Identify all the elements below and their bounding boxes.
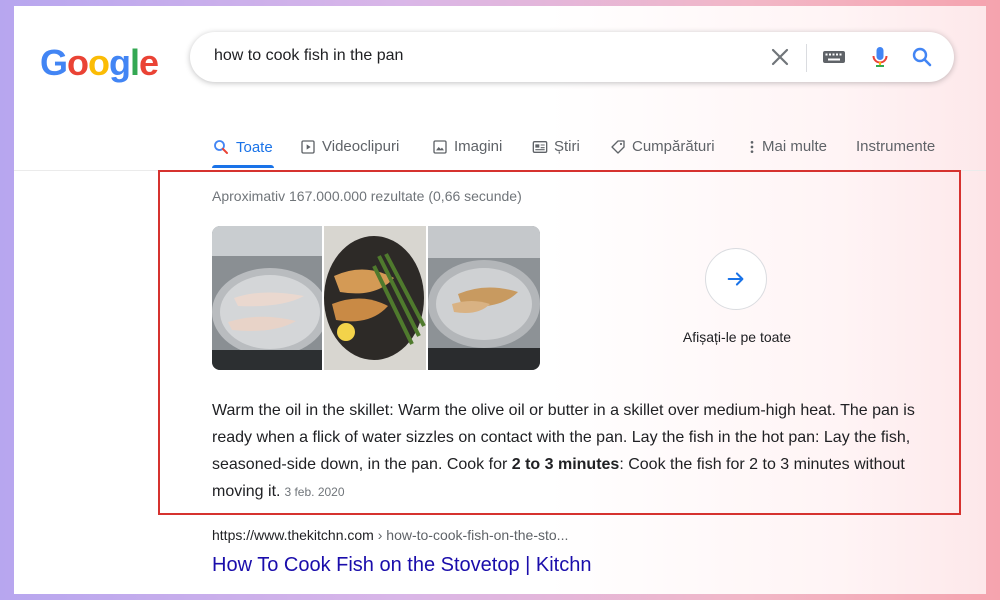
tab-label: Știri <box>554 138 580 155</box>
snippet-date: 3 feb. 2020 <box>284 485 345 499</box>
more-vert-icon <box>750 140 754 153</box>
search-icon[interactable] <box>910 45 934 69</box>
arrow-right-icon <box>727 272 744 286</box>
show-all-button[interactable] <box>705 248 767 310</box>
search-tabs: Toate Videoclipuri Imagini Știri Cumpără… <box>14 134 986 170</box>
active-tab-indicator <box>212 165 274 168</box>
search-box[interactable]: how to cook fish in the pan <box>190 32 954 82</box>
logo-letter: l <box>130 42 140 83</box>
tab-label: Instrumente <box>856 138 936 155</box>
tab-label: Videoclipuri <box>322 138 400 155</box>
result-title-link[interactable]: How To Cook Fish on the Stovetop | Kitch… <box>212 554 591 577</box>
result-path: › how-to-cook-fish-on-the-sto... <box>373 527 569 543</box>
tab-label: Mai multe <box>762 138 828 155</box>
tab-images[interactable]: Imagini <box>432 138 502 155</box>
image-icon <box>433 139 447 154</box>
result-domain: https://www.thekitchn.com <box>212 527 374 543</box>
tab-label: Imagini <box>454 138 503 155</box>
logo-letter: e <box>139 42 159 83</box>
show-all-label[interactable]: Afișați-le pe toate <box>654 329 820 345</box>
tab-more[interactable]: Mai multe <box>748 138 827 155</box>
fish-image-1[interactable] <box>212 226 322 370</box>
featured-snippet: Warm the oil in the skillet: Warm the ol… <box>212 397 947 506</box>
tab-news[interactable]: Știri <box>532 138 580 155</box>
tab-all[interactable]: Toate <box>212 138 273 156</box>
snippet-bold: 2 to 3 minutes <box>511 456 620 473</box>
fish-image-3[interactable] <box>428 226 540 370</box>
google-logo[interactable]: Google <box>40 42 159 84</box>
image-strip <box>212 226 540 370</box>
keyboard-icon[interactable] <box>822 45 846 69</box>
fish-image-2[interactable] <box>324 226 426 370</box>
search-icon <box>214 140 228 154</box>
tab-videos[interactable]: Videoclipuri <box>300 138 399 155</box>
close-icon[interactable] <box>768 45 792 69</box>
tab-label: Cumpărături <box>632 138 715 155</box>
logo-letter: o <box>88 42 110 83</box>
microphone-icon[interactable] <box>868 45 892 69</box>
news-icon <box>532 140 548 153</box>
result-url[interactable]: https://www.thekitchn.com › how-to-cook-… <box>212 527 568 543</box>
result-stats: Aproximativ 167.000.000 rezultate (0,66 … <box>212 188 522 204</box>
logo-letter: G <box>40 42 68 83</box>
search-divider <box>806 44 807 72</box>
search-input[interactable]: how to cook fish in the pan <box>214 47 403 65</box>
tag-icon <box>611 139 625 154</box>
logo-letter: o <box>67 42 89 83</box>
tab-shopping[interactable]: Cumpărături <box>610 138 715 155</box>
play-icon <box>301 139 315 154</box>
tab-label: Toate <box>236 138 273 156</box>
tab-tools[interactable]: Instrumente <box>856 138 935 155</box>
search-results-page: Google how to cook fish in the pan Toate… <box>14 6 986 594</box>
logo-letter: g <box>109 42 131 83</box>
